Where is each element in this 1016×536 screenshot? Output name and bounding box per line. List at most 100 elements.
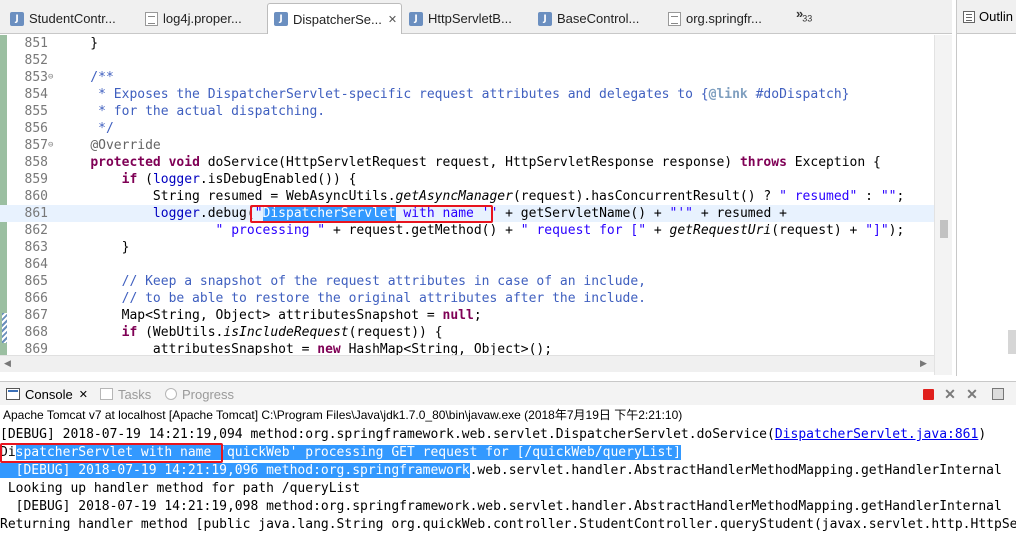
line-number: 861 [24, 206, 48, 221]
console-line: Returning handler method [public java.la… [0, 517, 1016, 532]
code-text: if (logger.isDebugEnabled()) { [121, 172, 357, 187]
line-number: 859 [24, 172, 48, 187]
vertical-scrollbar[interactable] [934, 35, 952, 375]
tab-student-controller[interactable]: J StudentContr... [4, 3, 116, 34]
tab-label: DispatcherSe... [293, 11, 382, 27]
console-output[interactable]: [DEBUG] 2018-07-19 14:21:19,094 method:o… [0, 426, 1016, 536]
code-line: 867 Map<String, Object> attributesSnapsh… [0, 307, 934, 324]
outline-label: Outlin [979, 9, 1013, 24]
close-icon[interactable]: ✕ [388, 13, 397, 26]
tab-org-springframework[interactable]: org.springfr... [662, 3, 762, 34]
clear-icon [992, 388, 1004, 400]
tab-label: HttpServletB... [428, 11, 512, 26]
line-number: 853 [24, 70, 48, 85]
tab-label: Console [25, 386, 73, 402]
line-number: 863 [24, 240, 48, 255]
terminate-button[interactable] [920, 386, 936, 402]
outline-icon [963, 10, 975, 23]
tab-console[interactable]: Console ✕ [6, 382, 92, 406]
line-number: 862 [24, 223, 48, 238]
console-line: [DEBUG] 2018-07-19 14:21:19,094 method:o… [0, 427, 987, 442]
tasks-icon [100, 388, 113, 400]
code-line: 851 } [0, 35, 934, 52]
line-number: 860 [24, 189, 48, 204]
code-line: 868 if (WebUtils.isIncludeRequest(reques… [0, 324, 934, 341]
console-line: [DEBUG] 2018-07-19 14:21:19,096 method:o… [0, 463, 1002, 478]
close-icon[interactable]: ✕ [79, 388, 88, 401]
code-line: 858 protected void doService(HttpServlet… [0, 154, 934, 171]
code-line: 852 [0, 52, 934, 69]
line-number: 852 [24, 53, 48, 68]
line-number: 866 [24, 291, 48, 306]
code-text: * for the actual dispatching. [59, 104, 326, 119]
java-class-icon: J [409, 11, 423, 26]
editor-tab-bar: J StudentContr... log4j.proper... J Disp… [0, 0, 952, 34]
progress-icon [165, 388, 177, 400]
code-line: 865 // Keep a snapshot of the request at… [0, 273, 934, 290]
highlight-annotation-box [0, 443, 223, 463]
console-icon [6, 388, 20, 400]
code-text: } [59, 240, 130, 255]
code-text: Map<String, Object> attributesSnapshot =… [59, 308, 482, 323]
outline-scrollbar[interactable] [1008, 330, 1016, 354]
line-number: 857 [24, 138, 48, 153]
code-text: */ [59, 121, 114, 136]
code-editor[interactable]: 851 } 852 853 ⊖ /** 854 * Exposes the Dispat… [0, 35, 952, 375]
tab-label: log4j.proper... [163, 11, 242, 26]
scroll-left-icon[interactable]: ◀ [4, 358, 11, 369]
line-number: 858 [24, 155, 48, 170]
tab-http-servlet-bean[interactable]: J HttpServletB... [403, 3, 512, 34]
console-tab-bar: Console ✕ Tasks Progress ✕ ✕ [0, 381, 1016, 405]
tab-label: BaseControl... [557, 11, 640, 26]
tab-outline[interactable]: Outlin [957, 0, 1016, 34]
console-line: [DEBUG] 2018-07-19 14:21:19,098 method:o… [0, 499, 1002, 514]
properties-file-icon [668, 11, 681, 26]
java-class-icon: J [274, 12, 288, 26]
tab-tasks[interactable]: Tasks [100, 382, 151, 406]
tab-label: Progress [182, 386, 235, 402]
tab-label: org.springfr... [686, 11, 762, 26]
selected-text: [DEBUG] 2018-07-19 14:21:19,096 method:o… [0, 463, 470, 478]
line-number: 854 [24, 87, 48, 102]
properties-file-icon [145, 11, 158, 26]
code-text: String resumed = WebAsyncUtils.getAsyncM… [59, 189, 905, 204]
code-line: 862 " processing " + request.getMethod()… [0, 222, 934, 239]
highlight-annotation-box [250, 205, 493, 223]
line-number: 851 [24, 36, 48, 51]
tab-label: StudentContr... [29, 11, 116, 26]
code-line: 859 if (logger.isDebugEnabled()) { [0, 171, 934, 188]
code-text: // Keep a snapshot of the request attrib… [59, 274, 646, 289]
fold-toggle-icon[interactable]: ⊖ [48, 69, 53, 86]
tab-overflow-button[interactable]: »33 [796, 6, 812, 24]
line-number: 855 [24, 104, 48, 119]
tab-base-controller[interactable]: J BaseControl... [532, 3, 639, 34]
line-number: 867 [24, 308, 48, 323]
remove-launch-button[interactable]: ✕ [942, 386, 958, 402]
code-line: 857 ⊖ @Override [0, 137, 934, 154]
code-text: * Exposes the DispatcherServlet-specific… [59, 87, 850, 102]
scroll-right-icon[interactable]: ▶ [920, 358, 927, 369]
code-line: 854 * Exposes the DispatcherServlet-spec… [0, 86, 934, 103]
code-text: " processing " + request.getMethod() + "… [215, 223, 905, 238]
fold-toggle-icon[interactable]: ⊖ [48, 137, 53, 154]
line-number: 865 [24, 274, 48, 289]
code-line: 853 ⊖ /** [0, 69, 934, 86]
tab-log4j-properties[interactable]: log4j.proper... [139, 3, 242, 34]
tab-dispatcher-servlet[interactable]: J DispatcherSe... ✕ [267, 3, 402, 34]
code-text: @Override [90, 138, 161, 153]
remove-all-button[interactable]: ✕ [964, 386, 980, 402]
code-line: 856 */ [0, 120, 934, 137]
clear-console-button[interactable] [990, 386, 1006, 402]
tab-progress[interactable]: Progress [165, 382, 234, 406]
horizontal-scrollbar[interactable]: ◀ ▶ [0, 355, 934, 372]
line-number: 864 [24, 257, 48, 272]
console-launch-description: Apache Tomcat v7 at localhost [Apache To… [3, 408, 683, 422]
code-line: 866 // to be able to restore the origina… [0, 290, 934, 307]
stop-icon [922, 388, 934, 400]
source-link[interactable]: DispatcherServlet.java:861 [775, 427, 979, 442]
code-line: 860 String resumed = WebAsyncUtils.getAs… [0, 188, 934, 205]
code-text: if (WebUtils.isIncludeRequest(request)) … [121, 325, 443, 340]
code-text: /** [59, 70, 114, 85]
scroll-thumb[interactable] [940, 220, 948, 238]
code-text: protected void doService(HttpServletRequ… [90, 155, 881, 170]
